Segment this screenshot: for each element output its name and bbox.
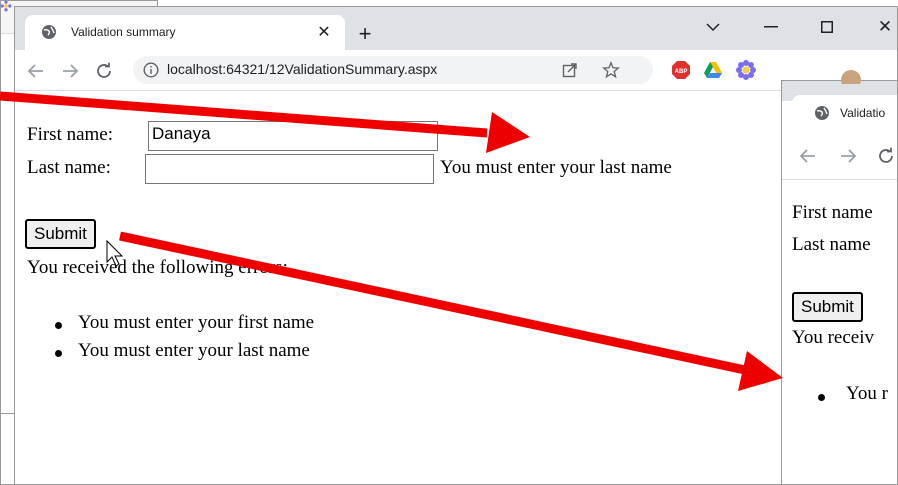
first-name-input[interactable]: Danaya (148, 121, 438, 151)
list-item: You must enter your first name (78, 312, 315, 333)
right-page-content: First name Last name Submit You receiv Y… (782, 180, 897, 484)
forward-arrow-icon[interactable] (59, 60, 81, 82)
right-tab-title: Validatio (840, 106, 886, 120)
window-close-icon[interactable]: ✕ (873, 15, 897, 39)
reload-icon[interactable] (876, 146, 896, 166)
globe-icon (814, 105, 830, 121)
submit-button-label: Submit (34, 224, 87, 243)
forward-arrow-icon[interactable] (838, 146, 858, 166)
share-icon[interactable] (561, 61, 579, 79)
url-text: localhost:64321/12ValidationSummary.aspx (167, 61, 438, 77)
tab-validation-summary[interactable]: Validation summary ✕ (25, 15, 345, 50)
browser-toolbar: localhost:64321/12ValidationSummary.aspx… (15, 50, 897, 91)
right-list-item: You r (846, 383, 888, 404)
last-name-input[interactable] (145, 154, 434, 184)
main-browser-window: Validation summary ✕ + ✕ localhost:64321… (14, 6, 898, 485)
minimize-icon[interactable] (759, 15, 783, 39)
globe-icon (41, 24, 57, 40)
right-tab[interactable]: Validatio (792, 95, 897, 133)
tab-title: Validation summary (71, 25, 176, 39)
flower-icon[interactable] (735, 59, 757, 81)
abp-icon[interactable]: ABP (671, 60, 691, 80)
last-name-error: You must enter your last name (440, 157, 672, 178)
plus-icon[interactable]: + (353, 21, 377, 46)
list-bullet (818, 394, 825, 401)
drive-icon[interactable] (703, 60, 723, 80)
first-name-label: First name: (27, 124, 114, 145)
right-browser-window: Validatio First name Last name Submit Yo… (781, 80, 898, 485)
svg-text:ABP: ABP (675, 69, 688, 75)
info-icon[interactable] (143, 62, 159, 78)
maximize-icon[interactable] (815, 15, 839, 39)
star-icon[interactable] (601, 60, 621, 80)
chevron-down-icon[interactable] (701, 15, 725, 39)
reload-icon[interactable] (93, 60, 115, 82)
right-toolbar (782, 133, 897, 180)
page-content: First name: Danaya Last name: You must e… (15, 91, 897, 484)
right-first-name-label: First name (792, 202, 873, 223)
validation-summary-heading: You received the following errors: (27, 257, 288, 278)
submit-button[interactable]: Submit (25, 219, 96, 249)
address-bar[interactable]: localhost:64321/12ValidationSummary.aspx (133, 56, 653, 84)
close-tab-icon[interactable]: ✕ (315, 23, 333, 41)
right-submit-button[interactable]: Submit (792, 292, 863, 322)
list-item: You must enter your last name (78, 340, 310, 361)
flower-icon (0, 0, 12, 12)
profile-avatar (840, 68, 862, 84)
back-arrow-icon[interactable] (25, 60, 47, 82)
list-bullet (55, 322, 62, 329)
tab-strip: Validation summary ✕ + ✕ (15, 7, 897, 50)
right-last-name-label: Last name (792, 234, 871, 255)
last-name-label: Last name: (27, 157, 111, 178)
right-submit-label: Submit (801, 297, 854, 316)
right-summary-heading: You receiv (792, 327, 874, 348)
first-name-value: Danaya (152, 124, 211, 143)
back-arrow-icon[interactable] (798, 146, 818, 166)
list-bullet (55, 350, 62, 357)
